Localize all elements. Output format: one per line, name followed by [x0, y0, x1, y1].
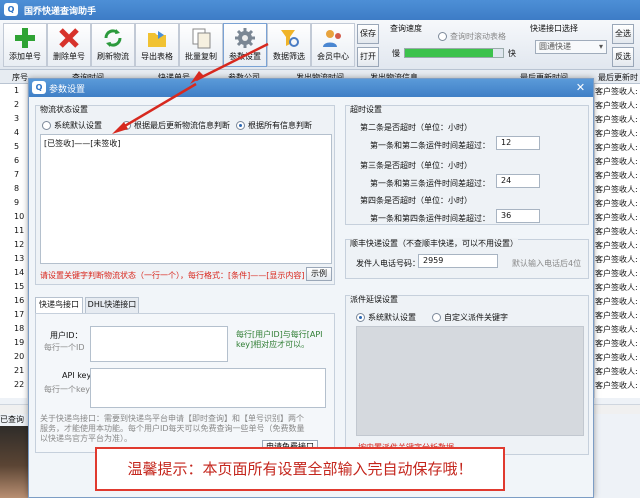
- arrow-line-2: [117, 82, 197, 132]
- arrow-line-1: [195, 42, 269, 82]
- arrow-head-2: [112, 122, 128, 134]
- app-window: Q 国乔快递查询助手 添加单号 删除单号 刷新物流 导出表格 批量复制 参数设置: [0, 0, 640, 498]
- annotation-arrows: [112, 42, 269, 134]
